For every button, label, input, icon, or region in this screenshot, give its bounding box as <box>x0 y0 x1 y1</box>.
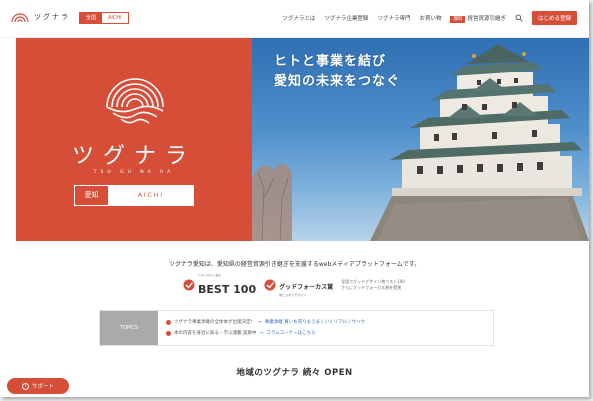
brand-romaji: TSU GU NA RA <box>93 170 175 175</box>
topic-item[interactable]: 本の内容を身近に知る・学ぶ連載 実施中 → コラムコーナーはこちら <box>166 330 316 336</box>
brand-katakana: ツグナラ <box>71 144 196 169</box>
register-button[interactable]: はじめる登録 <box>531 11 577 25</box>
search-icon[interactable] <box>515 14 523 22</box>
award-gf-sub: 新ビジネスデザイン <box>279 292 307 297</box>
topic-text: ツグナラ事業承継の全体本が出版決定！ <box>174 320 255 325</box>
free-badge: 無料 <box>450 16 466 23</box>
browser-page: ツグナラ 全国 AICHI ツグナラとは ツグナラ企業登録 ツグナラ専門 お買い… <box>0 0 589 397</box>
nav-succession[interactable]: 無料 経営資源引継ぎ <box>450 14 506 23</box>
tsugunara-emblem-icon <box>106 78 164 124</box>
hero-brand-panel: ツグナラ TSU GU NA RA 愛知 AICHI <box>16 38 252 241</box>
nav-company-register[interactable]: ツグナラ企業登録 <box>324 14 368 22</box>
topic-link[interactable]: コラムコーナーはこちら <box>266 330 315 336</box>
help-icon: ? <box>21 382 29 390</box>
prefecture-en: AICHI <box>109 186 193 205</box>
nav-succession-label: 経営資源引継ぎ <box>467 16 506 22</box>
topic-text: 本の内容を身近に知る・学ぶ連載 実施中 <box>174 331 257 336</box>
site-header: ツグナラ 全国 AICHI ツグナラとは ツグナラ企業登録 ツグナラ専門 お買い… <box>0 0 589 38</box>
hero-tagline-2: 愛知の未来をつなぐ <box>274 74 401 89</box>
topics-label: TOPICS <box>100 311 158 345</box>
awards-row: ベストデザイン選出 BEST 100 グッドフォーカス賞 新ビジネスデザイン 全… <box>183 273 451 297</box>
topic-item[interactable]: ツグナラ事業承継の全体本が出版決定！ → 事業承継 買いも売りもうまくいくリアル… <box>166 319 365 325</box>
global-nav: ツグナラとは ツグナラ企業登録 ツグナラ専門 お買い物 無料 経営資源引継ぎ はじ… <box>282 11 577 25</box>
good-design-award-icon <box>183 279 195 291</box>
award-note: 全国でグッドデザイン賞ベスト100 さらにグッドフォーカス賞を受賞 <box>341 279 451 291</box>
hero-tagline-1: ヒトと事業を結び <box>274 54 387 69</box>
site-logo[interactable]: ツグナラ <box>10 10 70 24</box>
award-best-label: BEST 100 <box>198 283 257 296</box>
hero-photo: ヒトと事業を結び 愛知の未来をつなぐ <box>252 38 589 241</box>
good-focus-award-icon <box>264 279 276 291</box>
nav-experts[interactable]: ツグナラ専門 <box>377 14 410 22</box>
award-note-line-2: さらにグッドフォーカス賞を受賞 <box>341 285 402 290</box>
logo-text: ツグナラ <box>34 13 70 21</box>
arrow-right-icon: → <box>259 330 264 336</box>
site-description: ツグナラ愛知は、愛知県の経営資源引き継ぎを支援するwebメディアプラットフォーム… <box>168 261 421 268</box>
bullet-icon <box>166 330 171 336</box>
prefecture-label: 愛知 AICHI <box>74 185 194 206</box>
region-tabs: 全国 AICHI <box>79 12 129 24</box>
award-best100: ベストデザイン選出 BEST 100 <box>183 273 256 297</box>
arrow-right-icon: → <box>258 319 262 325</box>
nav-about[interactable]: ツグナラとは <box>282 14 315 22</box>
award-gf-label: グッドフォーカス賞 <box>279 283 334 291</box>
logo-mark-icon <box>11 13 29 23</box>
region-tab-aichi[interactable]: AICHI <box>102 13 128 23</box>
prefecture-jp: 愛知 <box>75 186 109 205</box>
award-best-sub: ベストデザイン選出 <box>198 274 221 277</box>
support-button[interactable]: ? サポート <box>7 378 69 394</box>
section-heading: 地域のツグナラ 続々 OPEN <box>236 368 353 378</box>
topics-box: TOPICS ツグナラ事業承継の全体本が出版決定！ → 事業承継 買いも売りもう… <box>99 310 494 346</box>
nav-shopping[interactable]: お買い物 <box>419 14 441 22</box>
support-label: サポート <box>31 384 54 390</box>
award-good-focus: グッドフォーカス賞 新ビジネスデザイン <box>264 274 333 297</box>
bullet-icon <box>166 319 171 325</box>
topic-link[interactable]: 事業承継 買いも売りもうまくいくリアルノウハウ <box>265 319 365 325</box>
region-tab-national[interactable]: 全国 <box>80 13 103 23</box>
